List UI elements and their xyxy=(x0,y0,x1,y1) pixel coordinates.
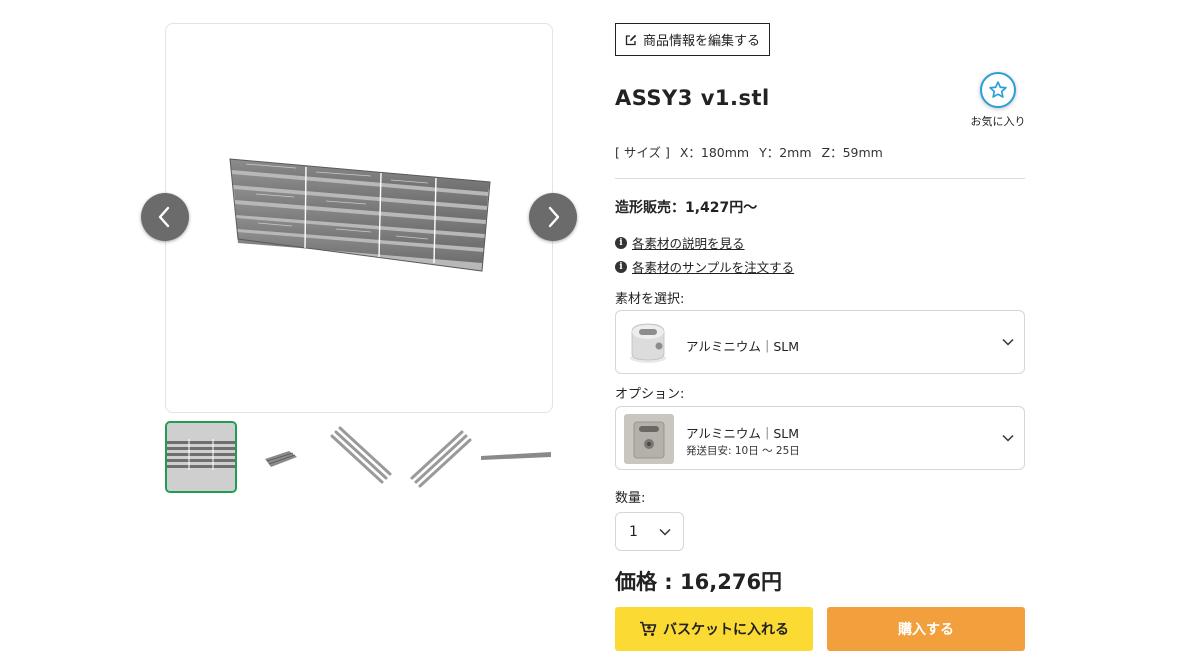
quantity-select[interactable]: 1 xyxy=(615,512,684,551)
thumbnail-4[interactable] xyxy=(405,421,477,493)
stl-model-render xyxy=(229,158,491,272)
divider xyxy=(615,178,1025,179)
main-product-image xyxy=(165,23,553,413)
chevron-down-icon xyxy=(1002,434,1014,442)
size-z: Z：59mm xyxy=(821,145,883,160)
total-price: 価格 : 16,276円 xyxy=(615,570,783,594)
add-to-basket-button[interactable]: バスケットに入れる xyxy=(615,607,813,651)
buy-now-button[interactable]: 購入する xyxy=(827,607,1025,651)
favorite-label: お気に入り xyxy=(970,115,1026,128)
chevron-down-icon xyxy=(659,528,671,536)
option-label: オプション: xyxy=(615,387,685,402)
size-y: Y：2mm xyxy=(759,145,812,160)
quantity-value: 1 xyxy=(629,524,638,540)
order-samples-link[interactable]: i 各素材のサンプルを注文する xyxy=(615,257,794,276)
thumbnail-1[interactable] xyxy=(165,421,237,493)
edit-icon xyxy=(625,34,637,45)
material-select[interactable]: アルミニウム｜SLM xyxy=(615,310,1025,374)
shipping-estimate: 発送目安: 10日 〜 25日 xyxy=(686,445,800,457)
thumbnail-3[interactable] xyxy=(325,421,397,493)
quantity-label: 数量: xyxy=(615,491,646,506)
edit-product-label: 商品情報を編集する xyxy=(643,34,761,49)
add-to-basket-label: バスケットに入れる xyxy=(663,622,789,638)
star-icon xyxy=(989,81,1007,98)
chevron-down-icon xyxy=(1002,338,1014,346)
thumbnail-strip xyxy=(165,421,555,493)
info-icon: i xyxy=(615,236,627,249)
chevron-left-icon xyxy=(158,206,170,228)
material-label: 素材を選択: xyxy=(615,292,685,307)
size-x: X：180mm xyxy=(679,145,750,160)
material-selected: アルミニウム｜SLM xyxy=(686,339,800,354)
chevron-right-icon xyxy=(548,206,560,228)
next-image-button[interactable] xyxy=(529,193,577,241)
product-title: ASSY3 v1.stl xyxy=(615,86,770,110)
cart-icon xyxy=(640,621,657,636)
thumbnail-2[interactable] xyxy=(245,421,317,493)
material-thumbnail xyxy=(624,318,674,368)
sale-price-from: 造形販売：1,427円〜 xyxy=(615,200,758,216)
thumbnail-5[interactable] xyxy=(481,421,553,493)
option-selected: アルミニウム｜SLM xyxy=(686,426,800,441)
material-description-link[interactable]: i 各素材の説明を見る xyxy=(615,233,745,252)
previous-image-button[interactable] xyxy=(141,193,189,241)
size-label: [ サイズ ] xyxy=(615,145,670,160)
favorite-button[interactable]: お気に入り xyxy=(969,72,1027,129)
edit-product-button[interactable]: 商品情報を編集する xyxy=(615,23,771,56)
size-info: [ サイズ ] X：180mm Y：2mm Z：59mm xyxy=(615,142,889,161)
option-select[interactable]: アルミニウム｜SLM 発送目安: 10日 〜 25日 xyxy=(615,406,1025,470)
buy-now-label: 購入する xyxy=(898,622,954,638)
option-thumbnail xyxy=(624,414,674,464)
info-icon: i xyxy=(615,260,627,273)
